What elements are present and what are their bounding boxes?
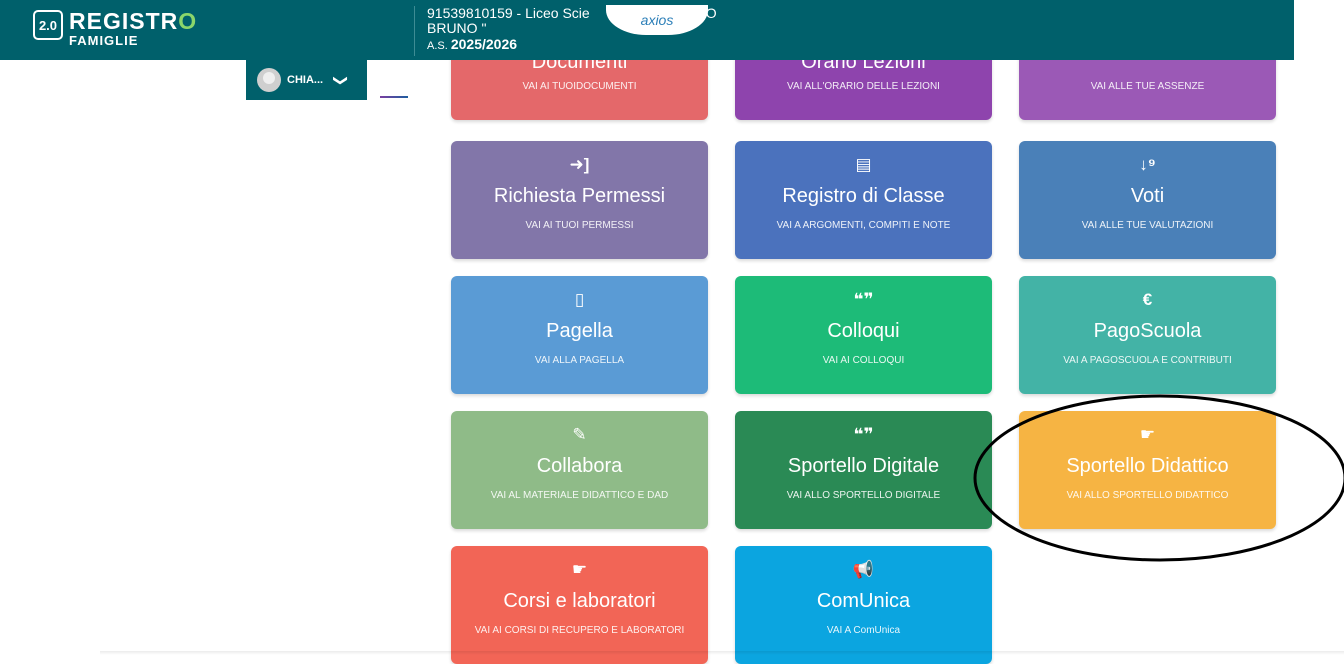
- footer-shadow: [100, 651, 1344, 655]
- tile-subtitle: VAI ALLE TUE ASSENZE: [1090, 81, 1205, 92]
- header-divider: [414, 6, 415, 56]
- logo-subtitle: FAMIGLIE: [69, 33, 139, 48]
- accent-underline: [380, 96, 408, 98]
- tile-comunica[interactable]: 📢 ComUnica VAI A ComUnica: [735, 546, 992, 664]
- user-menu-dropdown[interactable]: CHIA... ❯: [246, 60, 367, 100]
- tile-sportello-didattico[interactable]: ☛ Sportello Didattico VAI ALLO SPORTELLO D…: [1019, 411, 1276, 529]
- sort-numeric-icon: ↓⁹: [1139, 155, 1156, 174]
- tile-subtitle: VAI A ARGOMENTI, COMPITI E NOTE: [776, 220, 951, 231]
- registro-famiglie-logo[interactable]: 2.0 REGISTRO FAMIGLIE: [33, 10, 197, 50]
- tile-title: Sportello Didattico: [1066, 455, 1229, 477]
- handshake-icon: ✎: [572, 425, 587, 444]
- tile-corsi-laboratori[interactable]: ☛ Corsi e laboratori VAI AI CORSI DI RECUP…: [451, 546, 708, 664]
- tile-title: Voti: [1130, 185, 1165, 207]
- megaphone-icon: 📢: [852, 560, 875, 579]
- school-name-line1: 91539810159 - Liceo Scie: [427, 5, 590, 21]
- tile-subtitle: VAI ALLE TUE VALUTAZIONI: [1081, 220, 1214, 231]
- handshake-icon: ☛: [571, 560, 588, 579]
- comment-icon: ❝❞: [853, 425, 874, 444]
- tile-voti[interactable]: ↓⁹ Voti VAI ALLE TUE VALUTAZIONI: [1019, 141, 1276, 259]
- tile-pagoscuola[interactable]: € PagoScuola VAI A PAGOSCUOLA E CONTRIBUTI: [1019, 276, 1276, 394]
- tile-title: Sportello Digitale: [787, 455, 940, 477]
- tile-subtitle: VAI A ComUnica: [826, 625, 901, 636]
- user-name: CHIA...: [287, 74, 324, 86]
- top-header: 2.0 REGISTRO FAMIGLIE 91539810159 - Lice…: [0, 0, 1294, 60]
- logo-badge-icon: 2.0: [33, 10, 63, 40]
- tile-pagella[interactable]: ▯ Pagella VAI ALLA PAGELLA: [451, 276, 708, 394]
- tile-title: Colloqui: [827, 320, 900, 342]
- tile-subtitle: VAI AI CORSI DI RECUPERO E LABORATORI: [474, 625, 685, 636]
- tile-richiesta-permessi[interactable]: ➜] Richiesta Permessi VAI AI TUOI PERMESSI: [451, 141, 708, 259]
- tile-title: ComUnica: [816, 590, 911, 612]
- tile-colloqui[interactable]: ❝❞ Colloqui VAI AI COLLOQUI: [735, 276, 992, 394]
- tile-registro-classe[interactable]: ▤ Registro di Classe VAI A ARGOMENTI, COMP…: [735, 141, 992, 259]
- file-icon: ▯: [574, 290, 585, 309]
- comments-icon: ❝❞: [853, 290, 874, 309]
- tile-subtitle: VAI ALLO SPORTELLO DIDATTICO: [1066, 490, 1229, 501]
- tile-subtitle: VAI AI COLLOQUI: [822, 355, 905, 366]
- handshake-icon: ☛: [1139, 425, 1156, 444]
- tile-subtitle: VAI AI TUOIDOCUMENTI: [522, 81, 637, 92]
- tile-title: Registro di Classe: [782, 185, 945, 207]
- tile-title: Pagella: [546, 320, 613, 342]
- tile-subtitle: VAI AL MATERIALE DIDATTICO E DAD: [490, 490, 669, 501]
- avatar: [257, 68, 281, 92]
- tile-collabora[interactable]: ✎ Collabora VAI AL MATERIALE DIDATTICO E D…: [451, 411, 708, 529]
- tile-sportello-digitale[interactable]: ❝❞ Sportello Digitale VAI ALLO SPORTELLO D…: [735, 411, 992, 529]
- tile-subtitle: VAI AI TUOI PERMESSI: [525, 220, 634, 231]
- tile-subtitle: VAI ALL'ORARIO DELLE LEZIONI: [787, 81, 940, 92]
- tile-title: Richiesta Permessi: [493, 185, 666, 207]
- book-icon: ▤: [855, 155, 872, 174]
- tile-title: Collabora: [536, 455, 623, 477]
- sign-in-icon: ➜]: [569, 155, 590, 174]
- academic-year: A.S. 2025/2026: [427, 36, 518, 53]
- logo-title: REGISTRO: [69, 8, 198, 34]
- tile-title: Corsi e laboratori: [503, 590, 656, 612]
- tile-title: PagoScuola: [1093, 320, 1202, 342]
- chevron-down-icon: ❯: [333, 74, 350, 86]
- euro-icon: €: [1142, 290, 1153, 309]
- tile-subtitle: VAI ALLO SPORTELLO DIGITALE: [786, 490, 941, 501]
- tile-subtitle: VAI A PAGOSCUOLA E CONTRIBUTI: [1063, 355, 1232, 366]
- tile-subtitle: VAI ALLA PAGELLA: [534, 355, 625, 366]
